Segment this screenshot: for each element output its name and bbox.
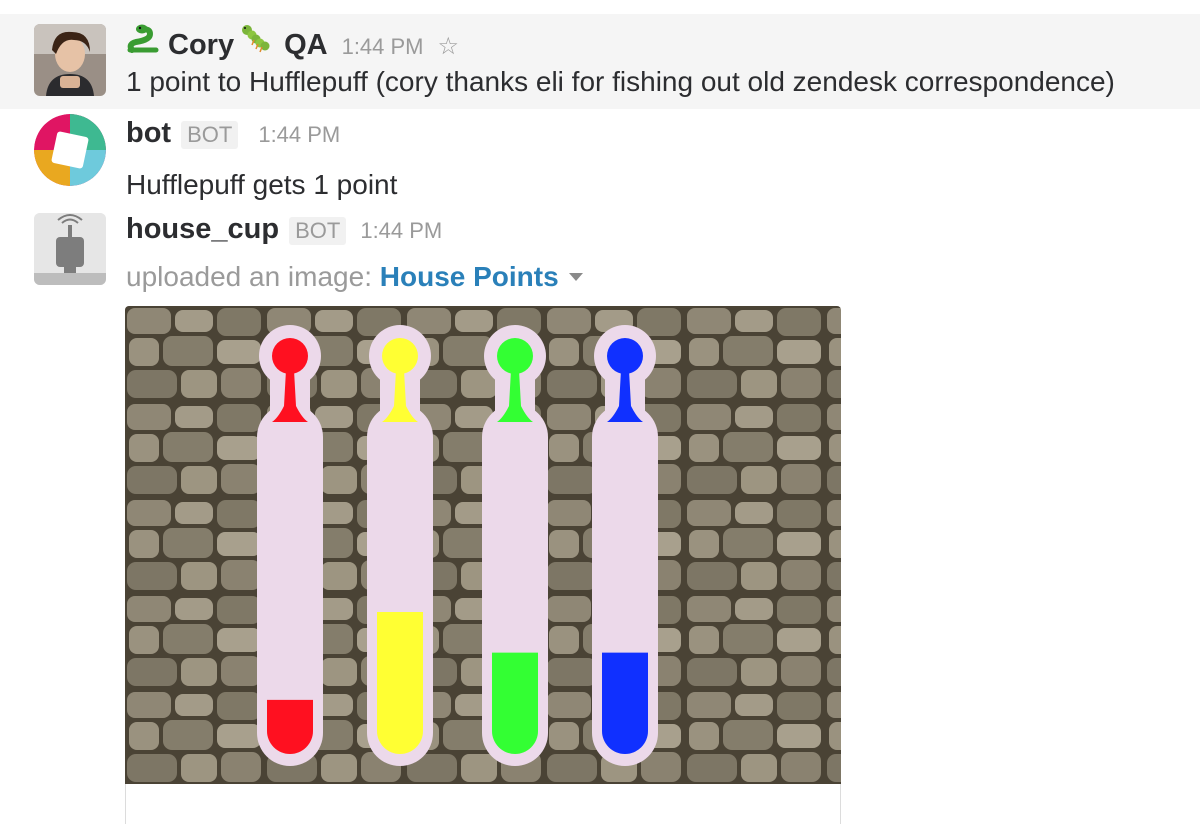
chevron-down-icon[interactable] — [568, 273, 583, 281]
caterpillar-icon — [240, 22, 274, 59]
timestamp[interactable]: 1:44 PM — [360, 218, 442, 244]
username[interactable]: Cory — [168, 29, 234, 62]
message-cory[interactable]: Cory QA 1:44 PM ☆ 1 point to Hufflepuff … — [0, 14, 1200, 109]
timestamp[interactable]: 1:44 PM — [258, 122, 340, 148]
file-title-link[interactable]: House Points — [380, 261, 559, 292]
house-points-graphic — [125, 306, 841, 784]
bot-badge: BOT — [289, 217, 347, 245]
message-text: 1 point to Hufflepuff (cory thanks eli f… — [126, 66, 1115, 97]
avatar-bot[interactable] — [34, 114, 106, 186]
house-points-fill — [377, 612, 423, 754]
top-strip — [0, 0, 1200, 14]
house-points-fill — [492, 652, 538, 754]
upload-prefix: uploaded an image: — [126, 261, 372, 292]
username[interactable]: house_cup — [126, 213, 279, 246]
snake-icon — [126, 22, 160, 59]
timestamp[interactable]: 1:44 PM — [342, 34, 424, 60]
house-points-fill — [602, 652, 648, 754]
house-points-fill — [267, 699, 313, 754]
image-card-footer — [125, 784, 841, 824]
username[interactable]: bot — [126, 117, 171, 150]
message-bot[interactable]: bot BOT 1:44 PM Hufflepuff gets 1 point — [0, 109, 1200, 200]
status-label: QA — [284, 29, 328, 61]
house-points-image[interactable] — [125, 306, 841, 784]
upload-line: uploaded an image: House Points — [126, 257, 1180, 297]
avatar-cory[interactable] — [34, 24, 106, 96]
avatar-house-cup[interactable] — [34, 213, 106, 285]
star-outline-icon[interactable]: ☆ — [438, 32, 460, 61]
bot-badge: BOT — [181, 121, 239, 149]
